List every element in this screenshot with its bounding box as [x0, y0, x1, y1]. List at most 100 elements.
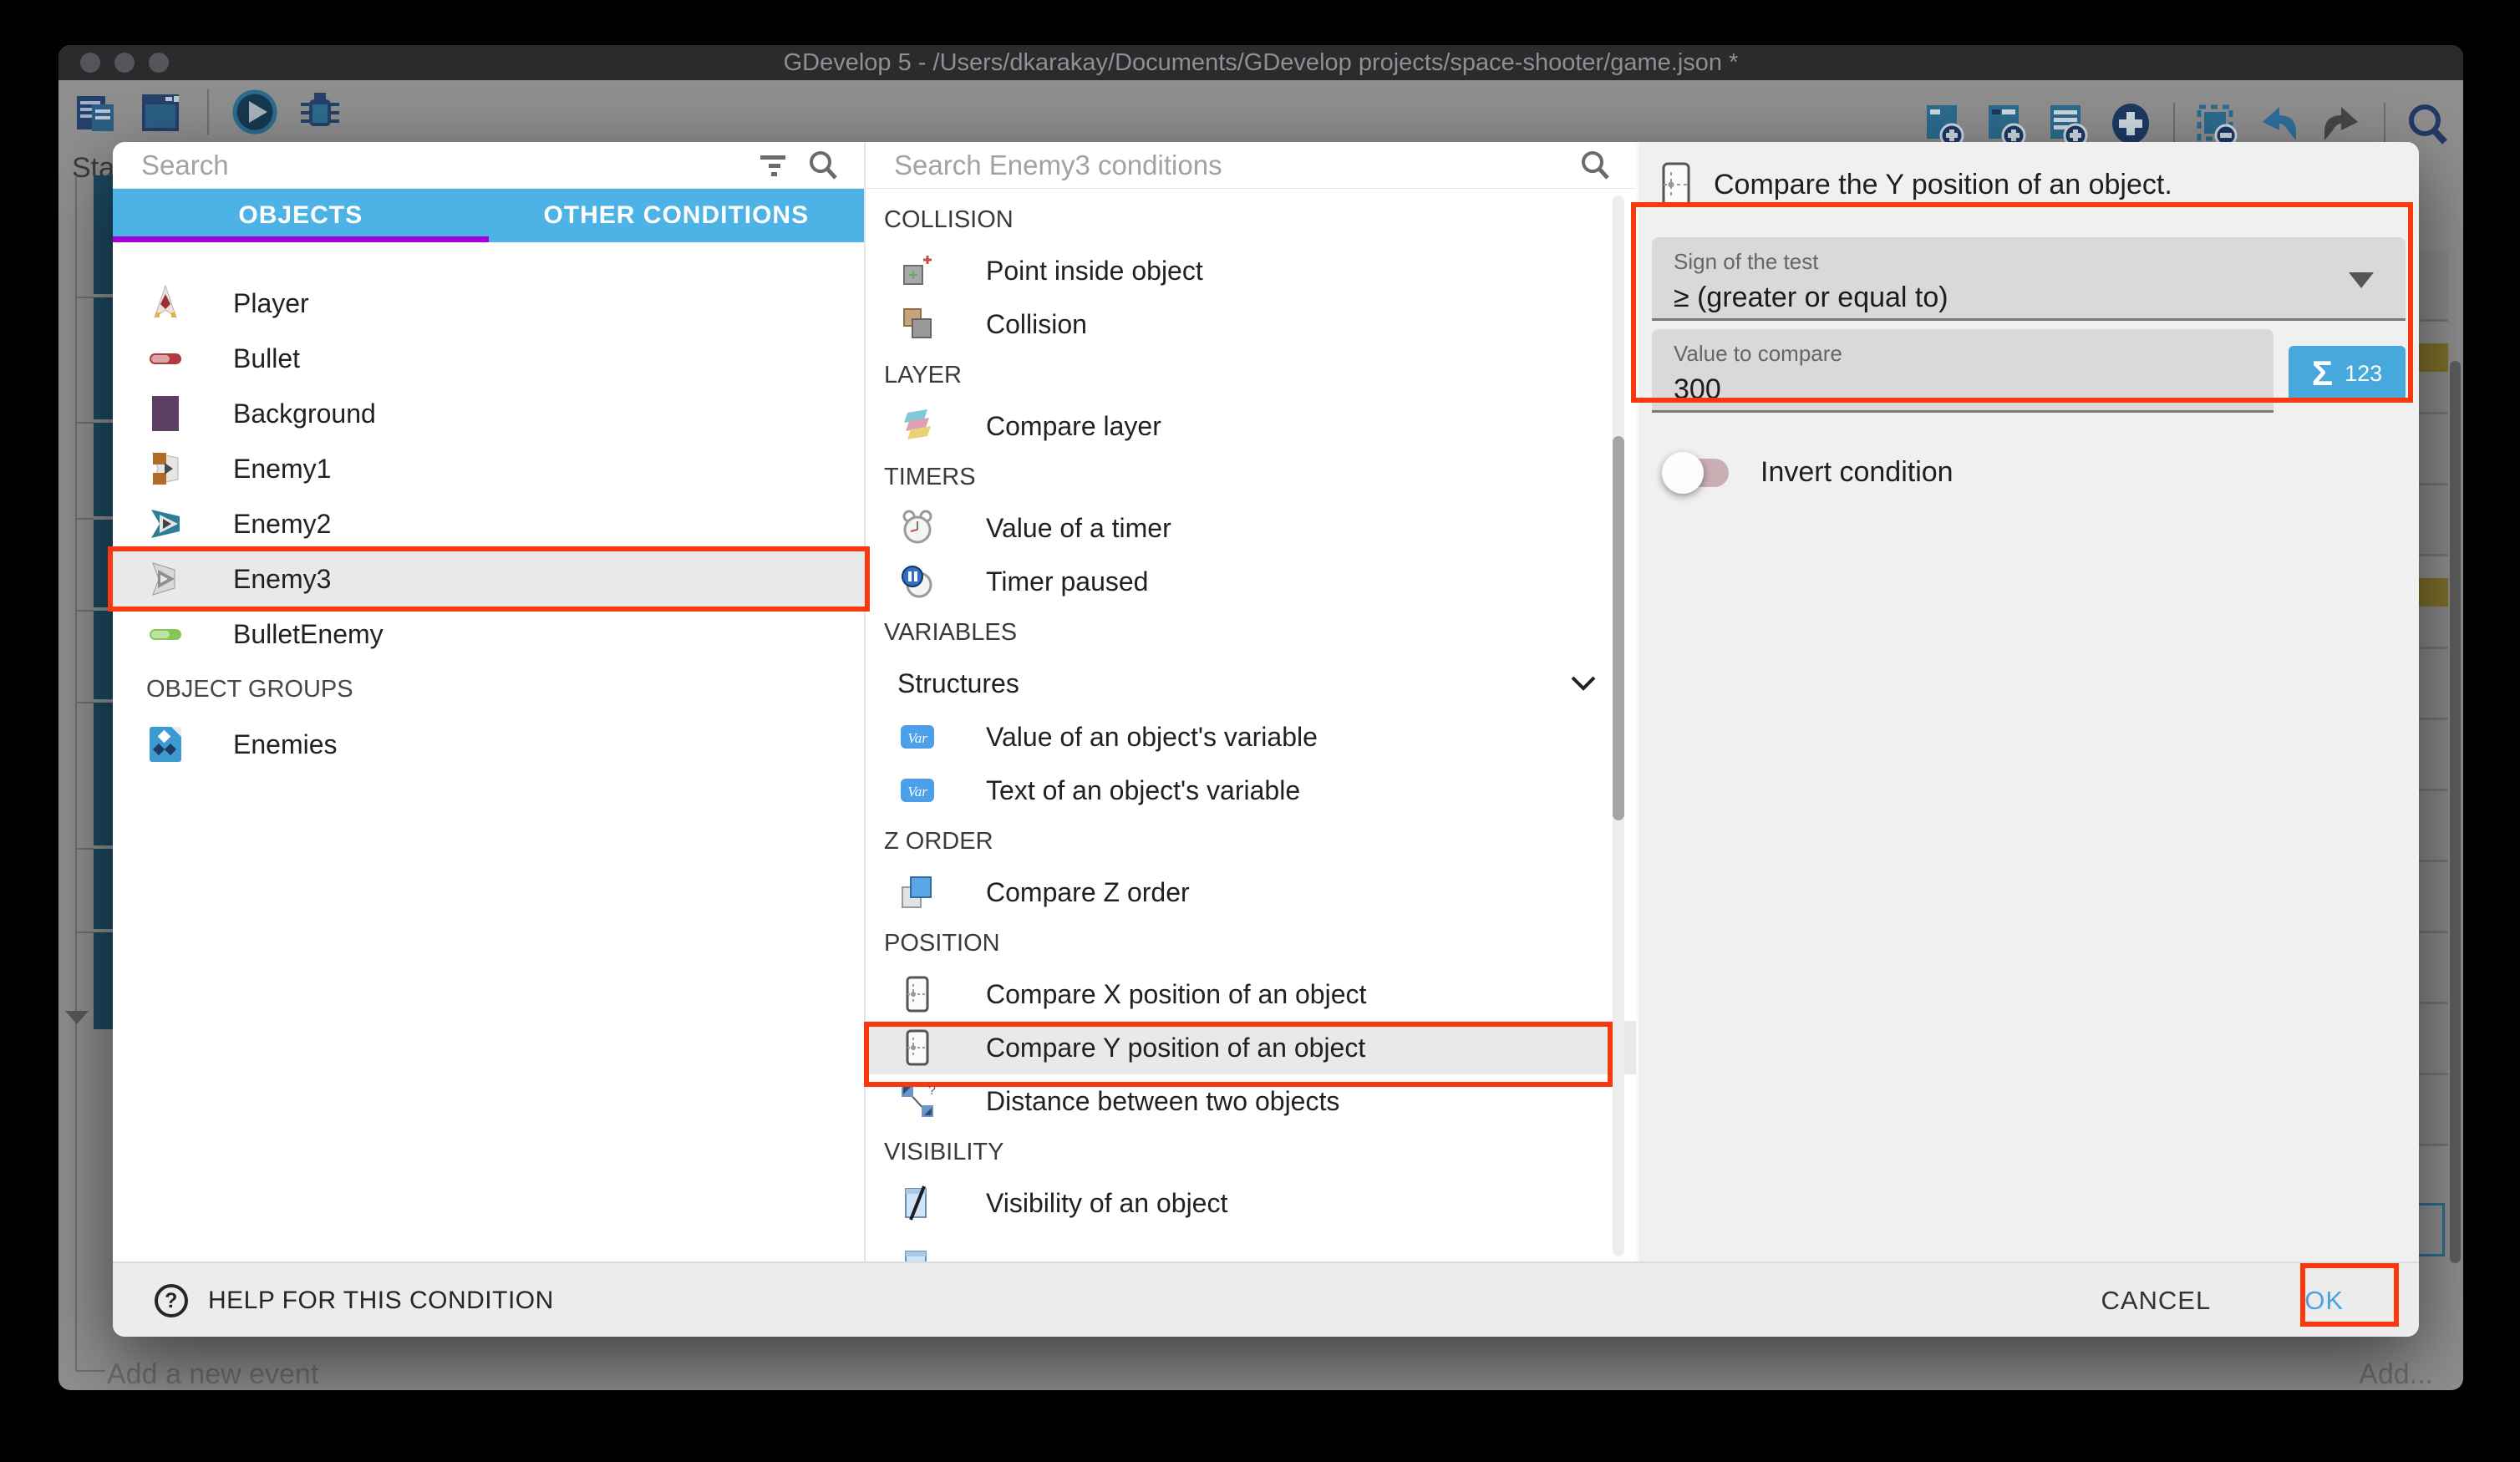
- object-label: Enemy3: [233, 564, 331, 595]
- conditions-search-input[interactable]: [894, 150, 1561, 181]
- object-row-enemy2[interactable]: Enemy2: [113, 496, 864, 551]
- dialog-footer: ? HELP FOR THIS CONDITION CANCEL OK: [113, 1261, 2419, 1337]
- distance-icon: ?: [899, 1083, 936, 1119]
- events-tree-tick: [75, 932, 94, 933]
- object-label: Enemy1: [233, 454, 331, 485]
- variable-icon: Var: [899, 718, 936, 755]
- condition-collision[interactable]: Collision: [866, 297, 1636, 351]
- condition-compare-y-position[interactable]: Compare Y position of an object: [866, 1021, 1636, 1074]
- objects-list: Player Bullet Background: [113, 242, 864, 772]
- filter-icon[interactable]: [759, 150, 789, 180]
- toolbar-left: [72, 88, 344, 136]
- events-condition-column: [94, 175, 113, 1033]
- object-groups-header: OBJECT GROUPS: [113, 662, 864, 717]
- close-window-button[interactable]: [80, 53, 100, 73]
- conditions-scrollbar-thumb[interactable]: [1613, 436, 1624, 820]
- detail-fields: Sign of the test ≥ (greater or equal to)…: [1652, 237, 2406, 489]
- condition-label: Value of an object's variable: [986, 722, 1318, 753]
- events-tree-tick: [75, 297, 94, 298]
- help-label: HELP FOR THIS CONDITION: [208, 1287, 554, 1315]
- objects-search-row: [113, 142, 864, 189]
- structures-accordion[interactable]: Structures: [866, 657, 1636, 710]
- numbers-icon: 123: [2345, 361, 2382, 387]
- condition-compare-z-order[interactable]: Compare Z order: [866, 866, 1636, 919]
- add-new-event-link[interactable]: Add a new event: [107, 1358, 318, 1390]
- position-grid-icon: [899, 1029, 936, 1066]
- accordion-label: Structures: [897, 668, 1019, 699]
- active-tab-indicator: [113, 236, 489, 242]
- object-label: Player: [233, 288, 309, 319]
- ok-button[interactable]: OK: [2276, 1272, 2372, 1329]
- condition-title: Compare the Y position of an object.: [1714, 169, 2172, 201]
- svg-text:?: ?: [928, 1084, 936, 1098]
- background-icon: [146, 394, 185, 433]
- sign-of-test-select[interactable]: Sign of the test ≥ (greater or equal to): [1652, 237, 2406, 321]
- object-row-bulletenemy[interactable]: BulletEnemy: [113, 607, 864, 662]
- condition-value-of-object-variable[interactable]: Var Value of an object's variable: [866, 710, 1636, 764]
- object-row-player[interactable]: Player: [113, 276, 864, 331]
- object-label: Background: [233, 398, 376, 429]
- condition-label: Distance between two objects: [986, 1086, 1339, 1117]
- events-tree-tick: [75, 848, 94, 850]
- help-for-condition-button[interactable]: ? HELP FOR THIS CONDITION: [155, 1263, 554, 1338]
- condition-text-of-object-variable[interactable]: Var Text of an object's variable: [866, 764, 1636, 817]
- conditions-list: COLLISION Point inside object Collision: [866, 189, 1636, 1261]
- add-action-link[interactable]: Add...: [2359, 1358, 2433, 1390]
- condition-label: Compare Z order: [986, 877, 1190, 908]
- maximize-window-button[interactable]: [149, 53, 169, 73]
- enemy3-ship-icon: [146, 560, 185, 598]
- invert-condition-toggle[interactable]: [1669, 459, 1729, 487]
- project-manager-icon[interactable]: [72, 88, 120, 136]
- player-ship-icon: [146, 284, 185, 322]
- tab-objects[interactable]: OBJECTS: [113, 189, 489, 242]
- object-label: Bullet: [233, 343, 300, 374]
- conditions-scrollbar-track[interactable]: [1613, 195, 1624, 1256]
- condition-row-clipped[interactable]: [866, 1230, 1636, 1261]
- condition-label: Compare X position of an object: [986, 979, 1366, 1010]
- events-scrollbar[interactable]: [2450, 361, 2461, 1263]
- expression-editor-button[interactable]: Σ 123: [2289, 346, 2406, 401]
- category-z-order: Z ORDER: [866, 817, 1636, 866]
- position-grid-icon: [1660, 162, 1692, 207]
- value-to-compare-row: Value to compare 300 Σ 123: [1652, 329, 2406, 413]
- enemy1-ship-icon: [146, 449, 185, 488]
- traffic-lights: [80, 53, 169, 73]
- sign-of-test-label: Sign of the test: [1674, 249, 2385, 275]
- visibility-icon: [899, 1185, 936, 1221]
- condition-label: Visibility of an object: [986, 1188, 1227, 1219]
- scene-editor-icon[interactable]: [137, 88, 185, 136]
- object-label: BulletEnemy: [233, 619, 384, 650]
- objects-panel: OBJECTS OTHER CONDITIONS Player: [113, 142, 864, 1261]
- debug-icon[interactable]: [296, 88, 344, 136]
- chevron-down-icon: [1569, 674, 1598, 693]
- condition-timer-paused[interactable]: Timer paused: [866, 555, 1636, 608]
- events-tree-tick: [75, 518, 94, 520]
- category-visibility: VISIBILITY: [866, 1128, 1636, 1176]
- object-row-background[interactable]: Background: [113, 386, 864, 441]
- condition-visibility-of-object[interactable]: Visibility of an object: [866, 1176, 1636, 1230]
- condition-distance-between-objects[interactable]: ? Distance between two objects: [866, 1074, 1636, 1128]
- group-row-enemies[interactable]: Enemies: [113, 717, 864, 772]
- bullet-enemy-icon: [146, 615, 185, 653]
- condition-point-inside-object[interactable]: Point inside object: [866, 244, 1636, 297]
- object-row-bullet[interactable]: Bullet: [113, 331, 864, 386]
- sigma-icon: Σ: [2312, 356, 2333, 391]
- condition-compare-x-position[interactable]: Compare X position of an object: [866, 967, 1636, 1021]
- minimize-window-button[interactable]: [114, 53, 135, 73]
- condition-label: Point inside object: [986, 256, 1203, 287]
- object-row-enemy1[interactable]: Enemy1: [113, 441, 864, 496]
- condition-value-of-timer[interactable]: Value of a timer: [866, 501, 1636, 555]
- condition-compare-layer[interactable]: Compare layer: [866, 399, 1636, 453]
- value-to-compare-value: 300: [1674, 373, 2253, 406]
- object-row-enemy3[interactable]: Enemy3: [113, 551, 864, 607]
- events-tree-corner: [75, 1370, 105, 1372]
- cancel-button[interactable]: CANCEL: [2101, 1286, 2211, 1316]
- object-group-icon: [146, 725, 185, 764]
- condition-label: Compare layer: [986, 411, 1161, 442]
- play-preview-icon[interactable]: [231, 88, 279, 136]
- position-grid-icon: [899, 976, 936, 1013]
- objects-search-input[interactable]: [141, 150, 740, 181]
- z-order-icon: [899, 874, 936, 911]
- tab-other-conditions[interactable]: OTHER CONDITIONS: [489, 189, 865, 242]
- value-to-compare-input[interactable]: Value to compare 300: [1652, 329, 2274, 413]
